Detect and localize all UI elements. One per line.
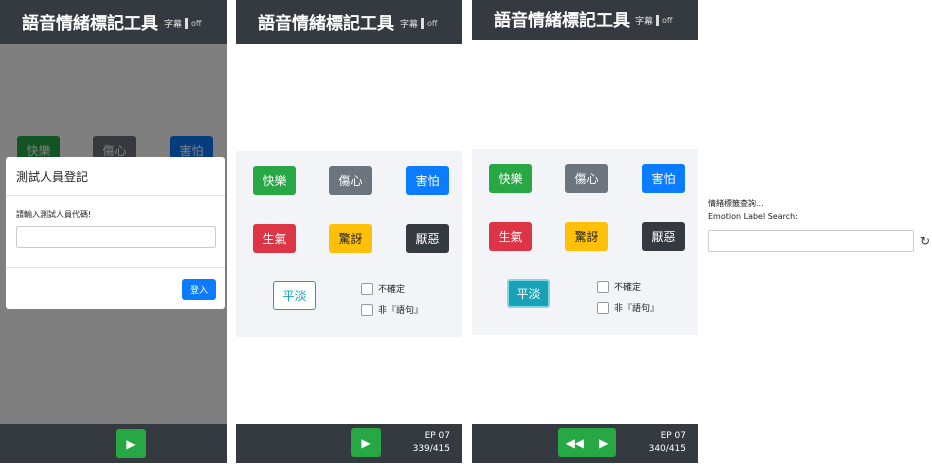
play-icon[interactable]: ▶ xyxy=(599,436,608,450)
rewind-icon[interactable]: ◀◀ xyxy=(566,436,584,450)
divider xyxy=(6,267,225,268)
calm-button[interactable]: 平淡 xyxy=(507,279,550,308)
toggle-state: off xyxy=(662,16,673,25)
episode-label: EP 07 xyxy=(660,431,686,441)
uncertain-checkbox[interactable]: 不確定 xyxy=(597,280,641,293)
replay-play-button-group[interactable]: ◀◀ ▶ xyxy=(558,428,616,457)
subtitle-label: 字幕 xyxy=(164,20,183,30)
app-header: 語音情緒標記工具 字幕 off xyxy=(0,0,227,44)
checkbox-icon xyxy=(597,280,609,293)
app-title: 語音情緒標記工具 xyxy=(494,11,630,31)
not-sentence-checkbox[interactable]: 非『語句』 xyxy=(597,301,659,314)
refresh-icon[interactable]: ↻ xyxy=(920,234,930,248)
toggle-switch-icon xyxy=(185,18,189,29)
search-label-en: Emotion Label Search: xyxy=(708,212,798,221)
tester-code-input[interactable] xyxy=(16,226,216,248)
screen-login: 語音情緒標記工具 字幕 off 快樂 傷心 害怕 ▶ 測試人員登記 請輸入測試人… xyxy=(0,0,227,466)
angry-button[interactable]: 生氣 xyxy=(253,224,296,253)
play-icon: ▶ xyxy=(361,435,371,450)
toggle-state: off xyxy=(191,19,202,28)
fear-button[interactable]: 害怕 xyxy=(642,164,685,193)
episode-info: EP 07 339/415 xyxy=(413,430,450,456)
checkbox-icon xyxy=(597,301,609,314)
disgust-button[interactable]: 厭惡 xyxy=(642,222,685,251)
player-footer: ▶ EP 07 339/415 xyxy=(236,424,462,463)
play-icon: ▶ xyxy=(126,436,136,451)
subtitle-label: 字幕 xyxy=(400,20,419,30)
happy-button[interactable]: 快樂 xyxy=(489,164,532,193)
screen-labeling-selected: 語音情緒標記工具 字幕 off 快樂 傷心 害怕 生氣 驚訝 厭惡 平淡 不確定… xyxy=(472,0,698,466)
sad-button[interactable]: 傷心 xyxy=(565,164,608,193)
toggle-switch-icon xyxy=(656,15,660,26)
login-button[interactable]: 登入 xyxy=(182,279,216,300)
uncertain-checkbox[interactable]: 不確定 xyxy=(361,282,405,295)
not-sentence-checkbox[interactable]: 非『語句』 xyxy=(361,303,423,316)
divider xyxy=(6,195,225,196)
angry-button[interactable]: 生氣 xyxy=(489,222,532,251)
toggle-state: off xyxy=(427,19,438,28)
checkbox-icon xyxy=(361,282,373,295)
app-header: 語音情緒標記工具 字幕 off xyxy=(236,0,462,44)
subtitle-toggle[interactable]: 字幕 off xyxy=(164,17,201,30)
toggle-switch-icon xyxy=(421,18,425,29)
calm-button[interactable]: 平淡 xyxy=(273,281,316,310)
modal-title: 測試人員登記 xyxy=(16,170,89,184)
emotion-button-board: 快樂 傷心 害怕 生氣 驚訝 厭惡 平淡 不確定 非『語句』 xyxy=(472,149,698,335)
app-title: 語音情緒標記工具 xyxy=(22,14,158,34)
subtitle-toggle[interactable]: 字幕 off xyxy=(635,14,672,27)
player-footer: ◀◀ ▶ EP 07 340/415 xyxy=(472,424,698,463)
app-title: 語音情緒標記工具 xyxy=(258,14,394,34)
happy-button[interactable]: 快樂 xyxy=(253,166,296,195)
player-footer: ▶ xyxy=(0,424,227,463)
not-sentence-label: 非『語句』 xyxy=(614,304,660,314)
fear-button[interactable]: 害怕 xyxy=(406,166,449,195)
play-button[interactable]: ▶ xyxy=(116,429,146,458)
subtitle-label: 字幕 xyxy=(635,17,654,27)
app-header: 語音情緒標記工具 字幕 off xyxy=(472,0,698,40)
sad-button[interactable]: 傷心 xyxy=(329,166,372,195)
login-modal: 測試人員登記 請輸入測試人員代碼! 登入 xyxy=(6,157,225,309)
episode-label: EP 07 xyxy=(424,431,450,441)
screen-labeling: 語音情緒標記工具 字幕 off 快樂 傷心 害怕 生氣 驚訝 厭惡 平淡 不確定… xyxy=(236,0,462,466)
episode-info: EP 07 340/415 xyxy=(649,430,686,456)
progress-count: 340/415 xyxy=(648,444,686,454)
disgust-button[interactable]: 厭惡 xyxy=(406,224,449,253)
tester-code-label: 請輸入測試人員代碼! xyxy=(16,210,92,219)
subtitle-toggle[interactable]: 字幕 off xyxy=(400,17,437,30)
screen-search: 情緒標籤查詢... Emotion Label Search: ↻ xyxy=(706,0,932,466)
surprise-button[interactable]: 驚訝 xyxy=(565,222,608,251)
not-sentence-label: 非『語句』 xyxy=(378,306,424,316)
progress-count: 339/415 xyxy=(412,444,450,454)
uncertain-label: 不確定 xyxy=(378,285,406,295)
uncertain-label: 不確定 xyxy=(614,283,642,293)
emotion-search-input[interactable] xyxy=(708,230,914,252)
emotion-button-board: 快樂 傷心 害怕 生氣 驚訝 厭惡 平淡 不確定 非『語句』 xyxy=(236,151,462,337)
checkbox-icon xyxy=(361,303,373,316)
play-button[interactable]: ▶ xyxy=(351,428,381,457)
surprise-button[interactable]: 驚訝 xyxy=(329,224,372,253)
search-label-zh: 情緒標籤查詢... xyxy=(708,199,764,208)
